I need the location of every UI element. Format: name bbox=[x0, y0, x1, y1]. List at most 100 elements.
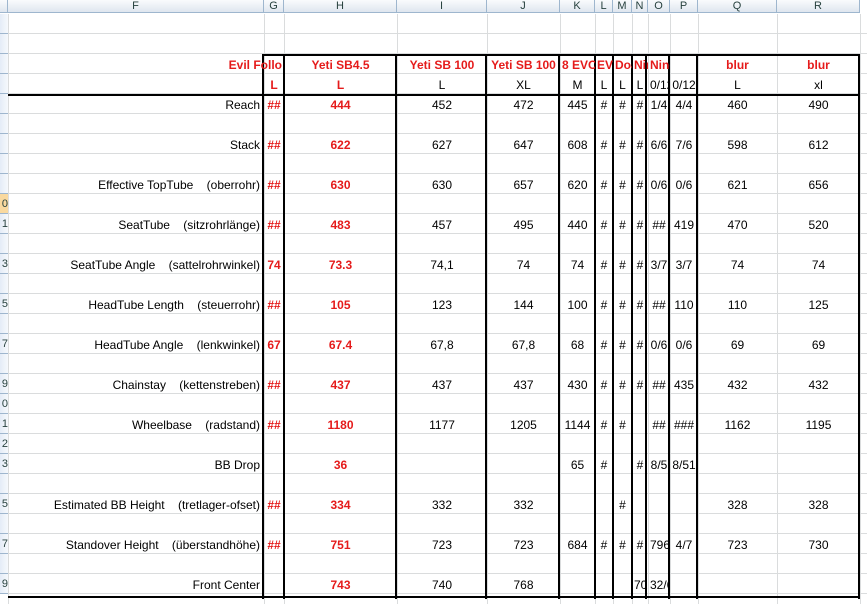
geometry-label[interactable]: Front Center bbox=[8, 575, 264, 595]
geometry-value[interactable] bbox=[670, 575, 698, 595]
geometry-value[interactable]: 4/4 bbox=[670, 95, 698, 115]
row-header[interactable] bbox=[0, 354, 8, 374]
row-header[interactable] bbox=[0, 234, 8, 254]
geometry-value[interactable]: 67,8 bbox=[397, 335, 487, 355]
geometry-value[interactable]: 123 bbox=[397, 295, 487, 315]
column-header-f[interactable]: F bbox=[8, 0, 264, 13]
geometry-value[interactable]: ## bbox=[264, 415, 284, 435]
geometry-value[interactable]: 432 bbox=[777, 375, 860, 395]
geometry-value[interactable]: # bbox=[613, 255, 632, 275]
column-header-p[interactable]: P bbox=[670, 0, 698, 13]
geometry-label[interactable]: Standover Height (überstandhöhe) bbox=[8, 535, 264, 555]
geometry-value[interactable]: 472 bbox=[487, 95, 560, 115]
geometry-value[interactable]: 768 bbox=[487, 575, 560, 595]
geometry-value[interactable]: 470 bbox=[698, 215, 777, 235]
geometry-value[interactable] bbox=[698, 455, 777, 475]
bike-model-header[interactable]: Nin bbox=[632, 55, 648, 75]
geometry-value[interactable]: 332 bbox=[487, 495, 560, 515]
geometry-value[interactable]: ## bbox=[264, 95, 284, 115]
geometry-value[interactable]: 598 bbox=[698, 135, 777, 155]
row-header[interactable] bbox=[0, 94, 8, 114]
bike-model-header[interactable]: Yeti SB 100 bbox=[397, 55, 487, 75]
geometry-value[interactable]: 430 bbox=[560, 375, 595, 395]
geometry-value[interactable]: 74 bbox=[777, 255, 860, 275]
row-header[interactable] bbox=[0, 314, 8, 334]
geometry-value[interactable]: 620 bbox=[560, 175, 595, 195]
geometry-value[interactable]: 100 bbox=[560, 295, 595, 315]
geometry-value[interactable]: # bbox=[632, 95, 648, 115]
bike-model-header[interactable]: EVS bbox=[595, 55, 613, 75]
geometry-value[interactable]: # bbox=[613, 215, 632, 235]
geometry-value[interactable] bbox=[613, 575, 632, 595]
geometry-value[interactable]: 743 bbox=[284, 575, 397, 595]
geometry-value[interactable]: 435 bbox=[670, 375, 698, 395]
geometry-value[interactable] bbox=[648, 495, 670, 515]
row-header[interactable]: 7 bbox=[0, 334, 8, 354]
geometry-value[interactable] bbox=[560, 495, 595, 515]
geometry-value[interactable]: 7/6 bbox=[670, 135, 698, 155]
geometry-value[interactable]: 144 bbox=[487, 295, 560, 315]
geometry-value[interactable]: # bbox=[613, 375, 632, 395]
geometry-value[interactable]: 69 bbox=[777, 335, 860, 355]
geometry-value[interactable]: # bbox=[595, 335, 613, 355]
geometry-value[interactable]: 105 bbox=[284, 295, 397, 315]
column-header-o[interactable]: O bbox=[648, 0, 670, 13]
row-header[interactable] bbox=[0, 514, 8, 534]
geometry-value[interactable]: ## bbox=[264, 295, 284, 315]
geometry-value[interactable]: 1177 bbox=[397, 415, 487, 435]
geometry-value[interactable]: # bbox=[613, 95, 632, 115]
geometry-value[interactable]: 437 bbox=[284, 375, 397, 395]
geometry-value[interactable]: ## bbox=[264, 375, 284, 395]
geometry-value[interactable] bbox=[264, 575, 284, 595]
column-header-k[interactable]: K bbox=[560, 0, 595, 13]
geometry-value[interactable]: # bbox=[595, 535, 613, 555]
geometry-label[interactable]: Stack bbox=[8, 135, 264, 155]
geometry-value[interactable]: ## bbox=[648, 415, 670, 435]
geometry-value[interactable]: 67.4 bbox=[284, 335, 397, 355]
geometry-value[interactable]: ## bbox=[648, 215, 670, 235]
geometry-value[interactable]: 621 bbox=[698, 175, 777, 195]
geometry-value[interactable] bbox=[595, 495, 613, 515]
geometry-value[interactable]: # bbox=[613, 415, 632, 435]
frame-size-header[interactable]: 0/12 bbox=[670, 75, 698, 95]
geometry-value[interactable]: 723 bbox=[698, 535, 777, 555]
geometry-value[interactable]: 68 bbox=[560, 335, 595, 355]
column-header-m[interactable]: M bbox=[613, 0, 632, 13]
geometry-value[interactable]: 440 bbox=[560, 215, 595, 235]
row-header[interactable] bbox=[0, 114, 8, 134]
geometry-label[interactable]: Estimated BB Height (tretlager-ofset) bbox=[8, 495, 264, 515]
geometry-value[interactable] bbox=[595, 575, 613, 595]
geometry-value[interactable]: # bbox=[613, 295, 632, 315]
column-header-q[interactable]: Q bbox=[698, 0, 777, 13]
geometry-value[interactable]: 437 bbox=[487, 375, 560, 395]
geometry-value[interactable]: 8/5 bbox=[648, 455, 670, 475]
geometry-value[interactable]: 723 bbox=[397, 535, 487, 555]
column-header-h[interactable]: H bbox=[284, 0, 397, 13]
geometry-value[interactable]: 520 bbox=[777, 215, 860, 235]
geometry-value[interactable]: ## bbox=[264, 535, 284, 555]
geometry-value[interactable]: # bbox=[632, 375, 648, 395]
geometry-value[interactable]: # bbox=[595, 455, 613, 475]
column-header-r[interactable]: R bbox=[777, 0, 860, 13]
geometry-value[interactable]: 1180 bbox=[284, 415, 397, 435]
geometry-value[interactable]: 1195 bbox=[777, 415, 860, 435]
row-header[interactable]: 9 bbox=[0, 374, 8, 394]
geometry-value[interactable] bbox=[698, 575, 777, 595]
column-header-n[interactable]: N bbox=[632, 0, 648, 13]
geometry-value[interactable]: 110 bbox=[670, 295, 698, 315]
frame-size-header[interactable]: XL bbox=[487, 75, 560, 95]
geometry-label[interactable]: Wheelbase (radstand) bbox=[8, 415, 264, 435]
frame-size-header[interactable]: xl bbox=[777, 75, 860, 95]
bike-model-header[interactable]: blur bbox=[777, 55, 860, 75]
geometry-value[interactable] bbox=[264, 455, 284, 475]
geometry-value[interactable]: 647 bbox=[487, 135, 560, 155]
geometry-value[interactable]: # bbox=[632, 175, 648, 195]
row-header[interactable] bbox=[0, 474, 8, 494]
row-header[interactable] bbox=[0, 34, 8, 54]
geometry-value[interactable]: 723 bbox=[487, 535, 560, 555]
row-header[interactable] bbox=[0, 274, 8, 294]
geometry-value[interactable]: 740 bbox=[397, 575, 487, 595]
row-header[interactable]: 3 bbox=[0, 254, 8, 274]
row-header[interactable] bbox=[0, 134, 8, 154]
geometry-value[interactable]: 74 bbox=[560, 255, 595, 275]
